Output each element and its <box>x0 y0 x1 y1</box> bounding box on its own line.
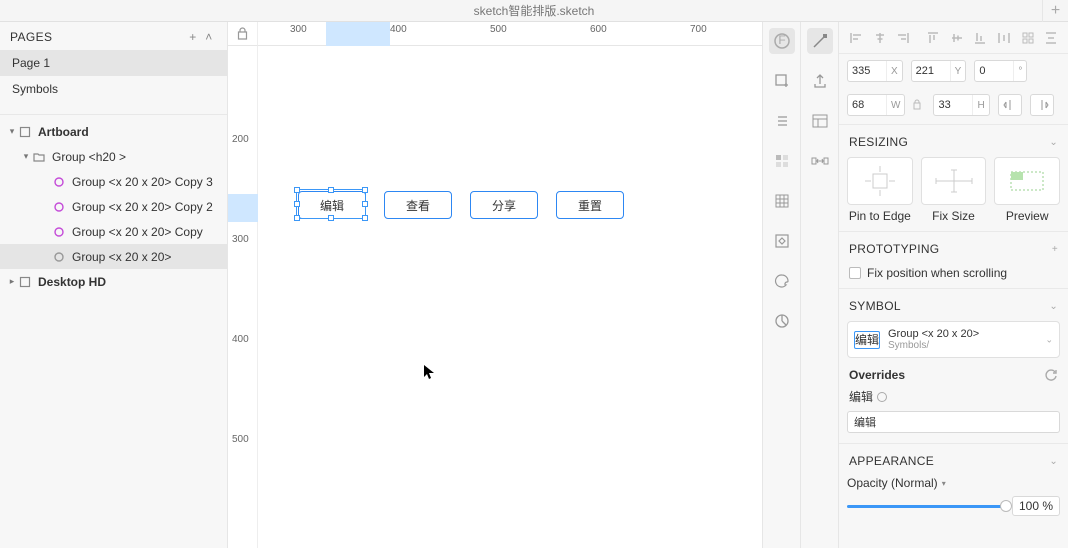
disclosure-icon[interactable]: ▾ <box>6 126 18 137</box>
symbol-icon <box>52 225 66 239</box>
symbol-thumbnail: 编辑 <box>854 331 880 349</box>
table-icon[interactable] <box>769 188 795 214</box>
artboard-icon <box>18 125 32 139</box>
opacity-slider[interactable] <box>847 505 1006 508</box>
chevron-down-icon: ⌄ <box>1049 137 1058 148</box>
svg-text:F: F <box>778 33 785 47</box>
page-item[interactable]: Page 1 <box>0 50 227 76</box>
distribute-h-icon[interactable] <box>995 29 1013 47</box>
canvas[interactable]: 编辑 查看 分享 重置 <box>258 46 762 548</box>
align-center-h-icon[interactable] <box>871 29 889 47</box>
checkbox-icon[interactable] <box>849 267 861 279</box>
plugin-icon[interactable]: F <box>769 28 795 54</box>
ruler-vertical[interactable]: 200 300 400 500 <box>228 46 258 548</box>
width-field[interactable]: W <box>847 94 905 116</box>
symbol-picker[interactable]: 编辑 Group <x 20 x 20> Symbols/ ⌄ <box>847 321 1060 358</box>
collapse-pages-icon[interactable]: ˄ <box>201 30 217 44</box>
override-link-icon[interactable] <box>877 392 887 402</box>
layer-symbol-instance[interactable]: Group <x 20 x 20> Copy 2 <box>0 194 227 219</box>
distribute-v-icon[interactable] <box>1042 29 1060 47</box>
canvas-area[interactable]: 300 400 500 600 700 200 300 400 500 编辑 查… <box>228 22 762 548</box>
inspector-panel: X Y ° W H RESIZING⌄ Pin to Edge Fix Size… <box>838 22 1068 548</box>
pin-to-edge-control[interactable] <box>847 157 913 205</box>
layers-panel: PAGES + ˄ Page 1 Symbols ▾ Artboard ▾ Gr… <box>0 22 228 548</box>
x-field[interactable]: X <box>847 60 903 82</box>
rotation-field[interactable]: ° <box>974 60 1027 82</box>
layout-icon[interactable] <box>807 108 833 134</box>
ruler-horizontal[interactable]: 300 400 500 600 700 <box>258 22 762 46</box>
align-center-v-icon[interactable] <box>948 29 966 47</box>
symbol-icon <box>52 250 66 264</box>
ruler-selection-highlight <box>326 22 390 46</box>
tool-rail-right <box>800 22 838 548</box>
align-left-icon[interactable] <box>847 29 865 47</box>
layer-symbol-instance[interactable]: Group <x 20 x 20> <box>0 244 227 269</box>
layer-symbol-instance[interactable]: Group <x 20 x 20> Copy 3 <box>0 169 227 194</box>
resize-preview <box>994 157 1060 205</box>
chevron-down-icon: ⌄ <box>1049 301 1058 312</box>
flip-horizontal-icon[interactable] <box>998 94 1022 116</box>
align-right-icon[interactable] <box>894 29 912 47</box>
opacity-value[interactable]: 100 % <box>1012 496 1060 516</box>
flip-vertical-icon[interactable] <box>1030 94 1054 116</box>
new-tab-button[interactable]: + <box>1042 0 1068 22</box>
symbol-icon <box>52 175 66 189</box>
lock-aspect-icon[interactable] <box>913 99 925 111</box>
disclosure-icon[interactable]: ▾ <box>20 151 32 162</box>
title-bar: sketch智能排版.sketch + <box>0 0 1068 22</box>
cursor-icon <box>423 364 435 380</box>
symbol-icon <box>52 200 66 214</box>
palette-icon[interactable] <box>769 268 795 294</box>
fix-position-checkbox[interactable]: Fix position when scrolling <box>839 260 1068 286</box>
reset-overrides-icon[interactable] <box>1044 368 1058 382</box>
add-icon[interactable]: + <box>1052 244 1058 255</box>
tool-rail-left: F <box>762 22 800 548</box>
align-bottom-icon[interactable] <box>971 29 989 47</box>
canvas-button[interactable]: 分享 <box>470 191 538 219</box>
y-field[interactable]: Y <box>911 60 967 82</box>
layer-group[interactable]: ▾ Group <h20 > <box>0 144 227 169</box>
component-icon[interactable] <box>769 228 795 254</box>
chart-icon[interactable] <box>769 308 795 334</box>
fix-size-control[interactable] <box>921 157 987 205</box>
insert-artboard-icon[interactable] <box>769 68 795 94</box>
disclosure-icon[interactable]: ▸ <box>6 276 18 287</box>
override-label: 编辑 <box>839 384 1068 407</box>
vector-icon[interactable] <box>807 28 833 54</box>
layer-artboard[interactable]: ▾ Artboard <box>0 119 227 144</box>
spacing-icon[interactable] <box>807 148 833 174</box>
overrides-header: Overrides <box>849 368 1044 382</box>
lock-icon[interactable] <box>228 22 258 46</box>
distribute-grid-icon[interactable] <box>1019 29 1037 47</box>
align-top-icon[interactable] <box>924 29 942 47</box>
export-icon[interactable] <box>807 68 833 94</box>
layer-symbol-instance[interactable]: Group <x 20 x 20> Copy <box>0 219 227 244</box>
layer-artboard[interactable]: ▸ Desktop HD <box>0 269 227 294</box>
grid-icon[interactable] <box>769 148 795 174</box>
slider-knob[interactable] <box>1000 500 1012 512</box>
height-field[interactable]: H <box>933 94 989 116</box>
canvas-button[interactable]: 重置 <box>556 191 624 219</box>
list-icon[interactable] <box>769 108 795 134</box>
pages-header: PAGES <box>10 30 185 44</box>
symbol-header[interactable]: SYMBOL⌄ <box>839 291 1068 317</box>
page-item[interactable]: Symbols <box>0 76 227 102</box>
override-input[interactable] <box>847 411 1060 433</box>
add-page-icon[interactable]: + <box>185 30 201 44</box>
document-title: sketch智能排版.sketch <box>0 2 1068 19</box>
selection-box[interactable] <box>296 189 366 219</box>
canvas-button[interactable]: 查看 <box>384 191 452 219</box>
ruler-selection-highlight <box>228 194 258 222</box>
prototyping-header[interactable]: PROTOTYPING+ <box>839 234 1068 260</box>
folder-icon <box>32 150 46 164</box>
appearance-header[interactable]: APPEARANCE⌄ <box>839 446 1068 472</box>
chevron-down-icon: ⌄ <box>1045 334 1053 345</box>
opacity-label[interactable]: Opacity (Normal)▾ <box>847 476 1060 490</box>
artboard-icon <box>18 275 32 289</box>
alignment-toolbar <box>839 22 1068 54</box>
chevron-down-icon: ⌄ <box>1049 456 1058 467</box>
resizing-header[interactable]: RESIZING⌄ <box>839 127 1068 153</box>
